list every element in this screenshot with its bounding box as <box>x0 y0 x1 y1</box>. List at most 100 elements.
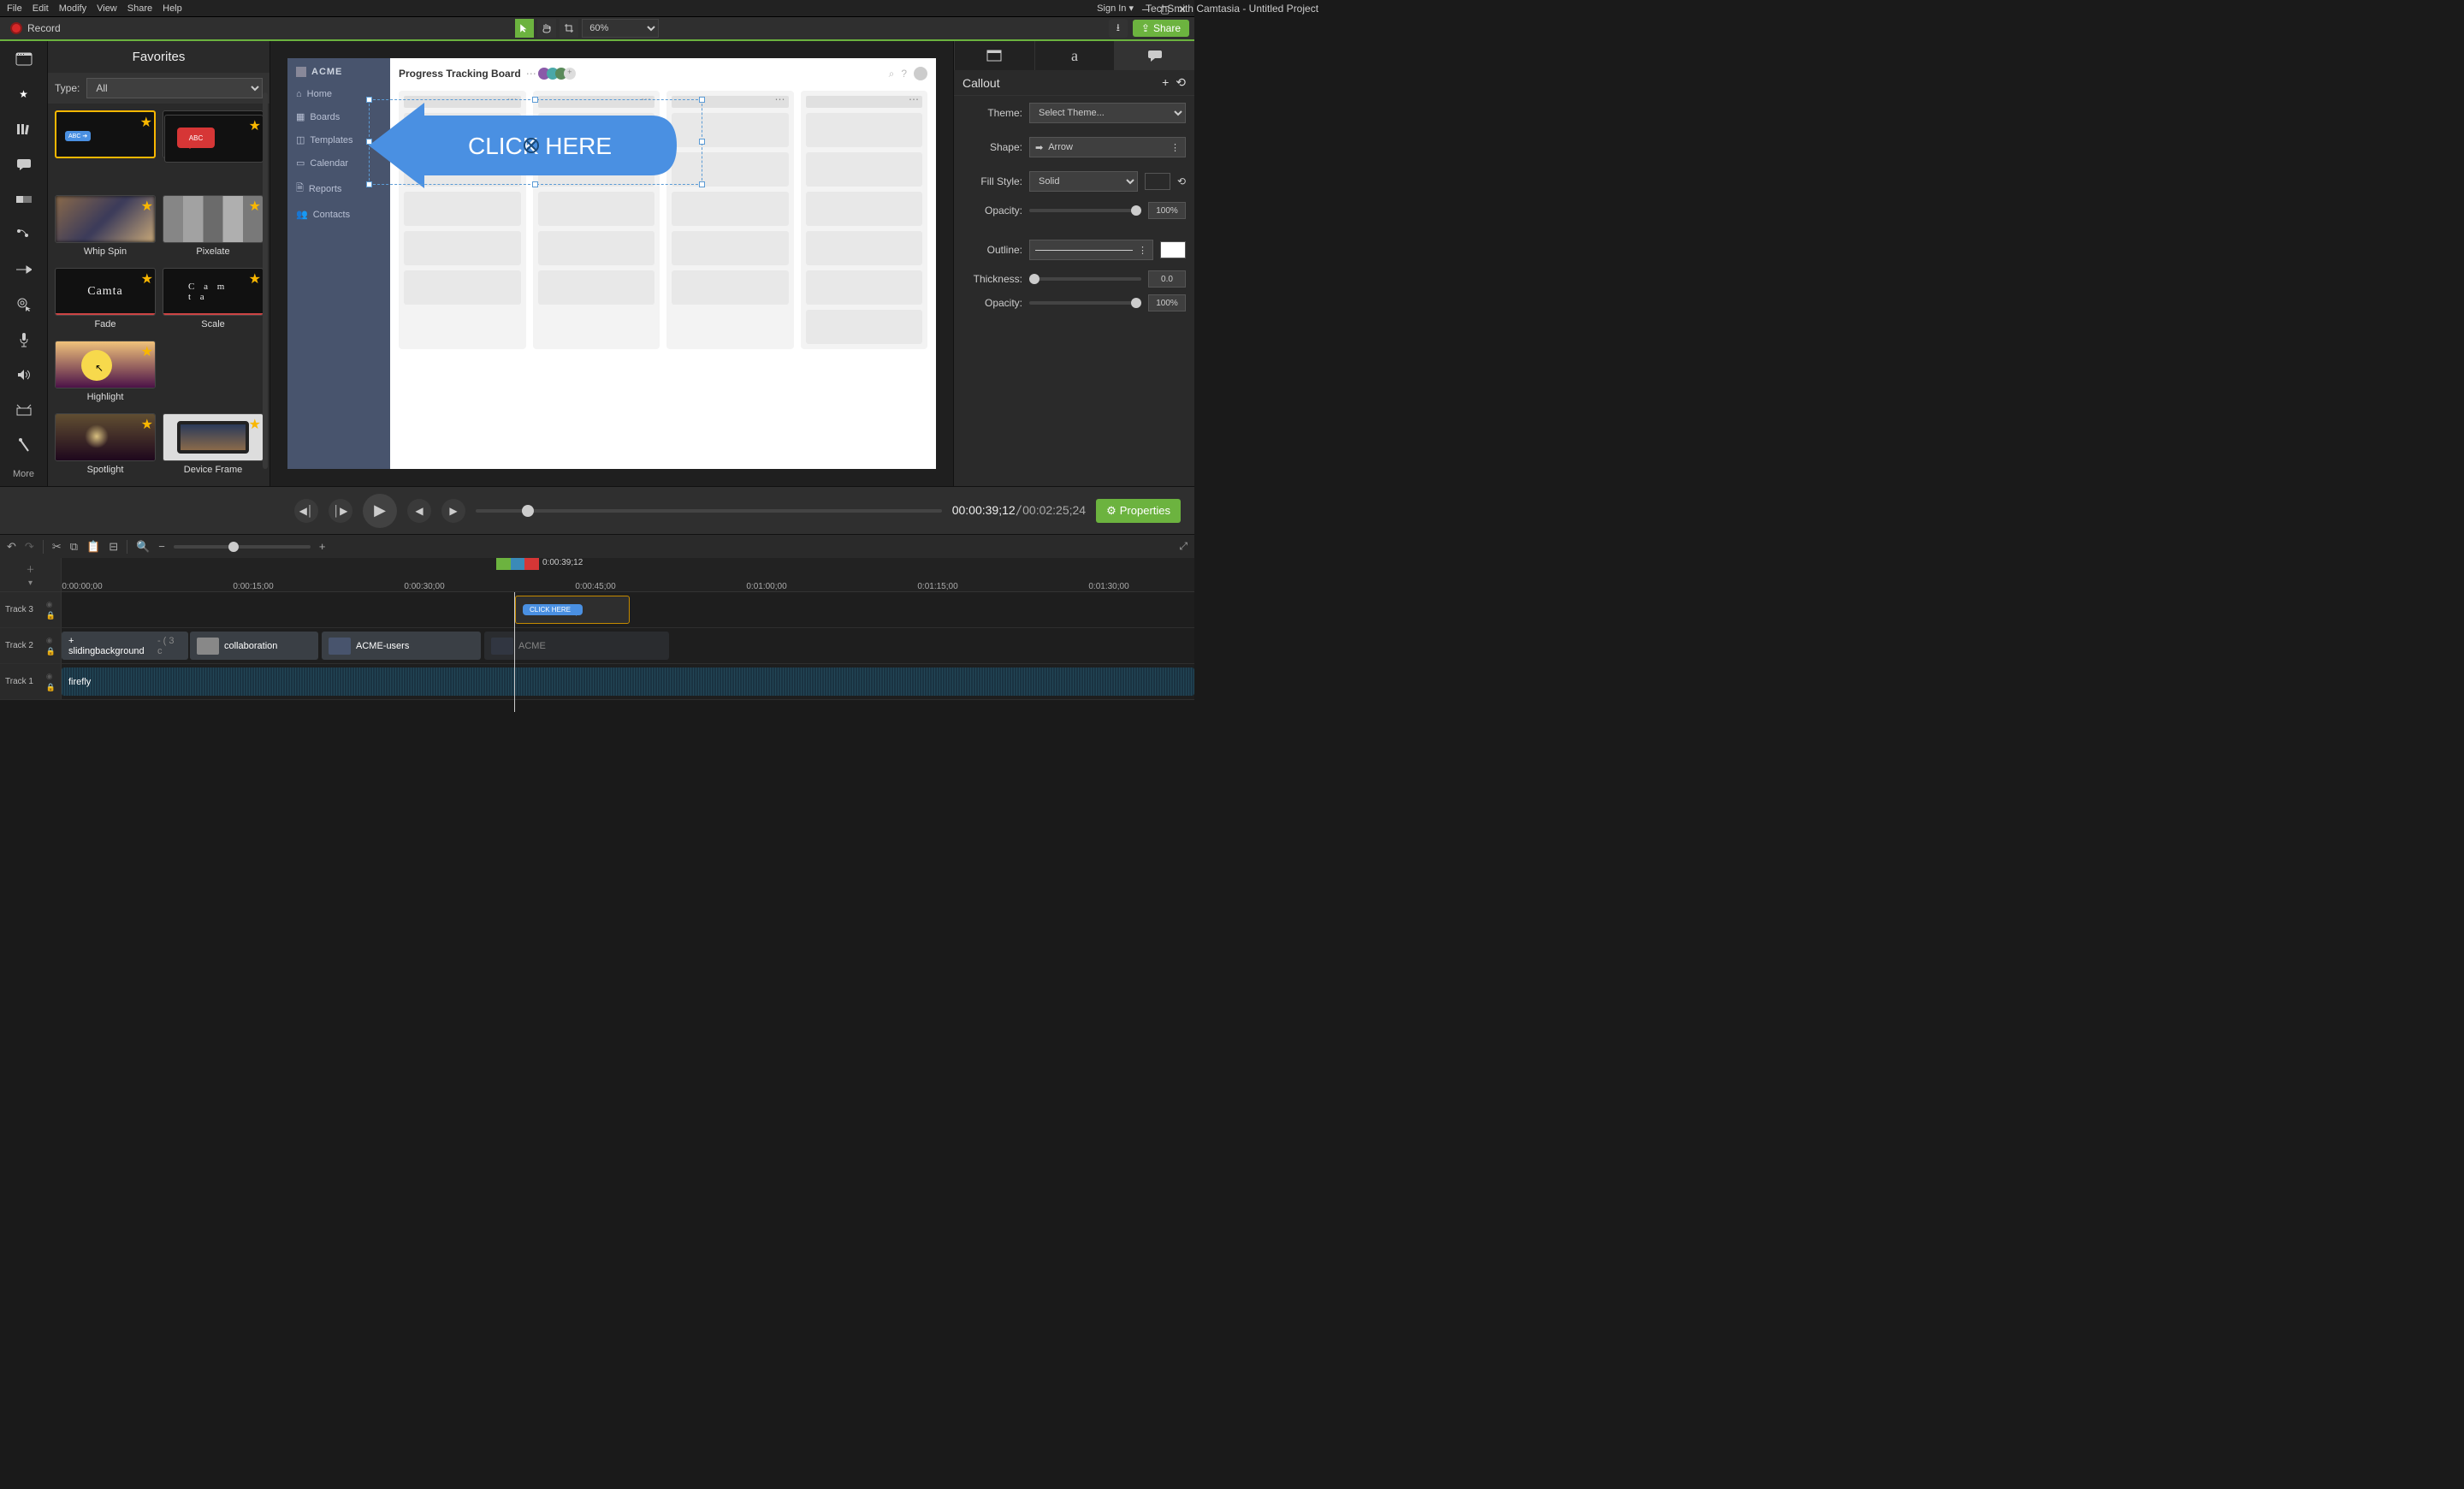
outline-opacity-slider[interactable] <box>1029 301 1141 305</box>
redo-button[interactable]: ↷ <box>25 540 34 554</box>
playhead-line[interactable] <box>514 592 515 712</box>
type-select[interactable]: All <box>86 78 263 98</box>
favorite-item[interactable]: ★ABC <box>164 115 264 177</box>
timeline-ruler[interactable]: ＋ ▾ 0:00:00;00 0:00:15;00 0:00:30;00 0:0… <box>0 558 1194 592</box>
shape-select[interactable]: ➡ Arrow ⋮ <box>1029 137 1186 157</box>
menu-file[interactable]: File <box>7 3 22 14</box>
favorite-item[interactable]: ★ Device Frame <box>163 413 264 479</box>
behaviors-icon[interactable] <box>12 223 36 245</box>
zoom-out-button[interactable]: − <box>158 540 165 553</box>
timeline-clip[interactable]: collaboration <box>190 632 318 660</box>
select-tool[interactable] <box>515 19 534 38</box>
thickness-slider[interactable] <box>1029 277 1141 281</box>
selection-box[interactable] <box>369 99 702 185</box>
favorite-item[interactable]: ★C a m t a Scale <box>163 268 264 334</box>
lock-icon[interactable]: 🔒 <box>46 683 56 692</box>
favorite-item[interactable]: ★Camta Fade <box>55 268 156 334</box>
track-menu-icon[interactable]: ▾ <box>28 578 33 588</box>
track-body[interactable]: + slidingbackground - ( 3 c collaboratio… <box>62 628 1194 663</box>
props-tab-callout[interactable] <box>1114 41 1194 70</box>
opacity-value[interactable] <box>1148 202 1186 219</box>
favorite-item[interactable]: ★ Whip Spin <box>55 195 156 261</box>
pan-tool[interactable] <box>537 19 556 38</box>
download-button[interactable]: ⭳ <box>1109 19 1128 38</box>
visual-fx-icon[interactable] <box>12 399 36 420</box>
undo-button[interactable]: ↶ <box>7 540 16 554</box>
next-button[interactable]: ▶ <box>441 499 465 523</box>
lock-icon[interactable]: 🔒 <box>46 611 56 620</box>
voice-icon[interactable] <box>12 329 36 350</box>
scrub-slider[interactable] <box>476 509 942 513</box>
outline-color-swatch[interactable] <box>1160 241 1186 258</box>
waveform <box>62 667 1194 696</box>
media-bin-icon[interactable] <box>12 48 36 69</box>
fill-color-swatch[interactable] <box>1145 173 1170 190</box>
paste-button[interactable]: 📋 <box>86 540 100 554</box>
cut-button[interactable]: ✂ <box>52 540 62 554</box>
props-reset-icon[interactable]: ⟲ <box>1176 75 1186 90</box>
zoom-in-button[interactable]: + <box>319 540 326 553</box>
play-button[interactable]: ▶ <box>363 494 397 528</box>
interactivity-icon[interactable] <box>12 434 36 455</box>
share-button[interactable]: ⇪ Share <box>1133 20 1189 37</box>
preview-canvas[interactable]: ACME ⌂ Home ▦ Boards ◫ Templates ▭ Calen… <box>287 58 936 469</box>
menu-edit[interactable]: Edit <box>33 3 49 14</box>
ruler-body[interactable]: 0:00:00;00 0:00:15;00 0:00:30;00 0:00:45… <box>62 558 1194 591</box>
cursor-fx-icon[interactable] <box>12 294 36 315</box>
props-tab-visual[interactable] <box>954 41 1034 70</box>
lock-icon[interactable]: 🔒 <box>46 647 56 656</box>
audio-fx-icon[interactable] <box>12 364 36 385</box>
timeline-clip[interactable]: ACME <box>484 632 669 660</box>
signin-button[interactable]: Sign In ▾ <box>1097 3 1134 14</box>
media-scrollbar[interactable] <box>263 92 268 469</box>
animations-icon[interactable] <box>12 258 36 280</box>
step-fwd-button[interactable]: │▶ <box>329 499 352 523</box>
track-body[interactable]: firefly <box>62 664 1194 699</box>
favorite-item[interactable]: ↖★ Highlight <box>55 341 156 406</box>
popout-button[interactable]: ⤢ <box>1179 540 1188 553</box>
thickness-value[interactable] <box>1148 270 1186 288</box>
props-tab-text[interactable]: a <box>1034 41 1115 70</box>
menu-modify[interactable]: Modify <box>59 3 86 14</box>
copy-button[interactable]: ⧉ <box>70 540 78 554</box>
fill-reset-icon[interactable]: ⟲ <box>1177 175 1186 187</box>
theme-select[interactable]: Select Theme... <box>1029 103 1186 123</box>
opacity-slider[interactable] <box>1029 209 1141 212</box>
timeline-zoom-slider[interactable] <box>174 545 311 549</box>
track-header[interactable]: Track 1 ◉🔒 <box>0 664 62 699</box>
menu-view[interactable]: View <box>97 3 117 14</box>
eye-icon[interactable]: ◉ <box>46 672 56 681</box>
timeline-clip[interactable]: + slidingbackground - ( 3 c <box>62 632 188 660</box>
track-body[interactable]: CLICK HERE <box>62 592 1194 627</box>
eye-icon[interactable]: ◉ <box>46 636 56 645</box>
timeline-clip[interactable]: ACME-users <box>322 632 481 660</box>
zoom-select[interactable]: 60% <box>582 19 659 38</box>
fill-style-select[interactable]: Solid <box>1029 171 1138 192</box>
crop-tool[interactable] <box>560 19 578 38</box>
track-header[interactable]: Track 2 ◉🔒 <box>0 628 62 663</box>
split-button[interactable]: ⊟ <box>109 540 118 554</box>
step-back-button[interactable]: ◀│ <box>294 499 318 523</box>
playhead-marker[interactable] <box>496 558 539 570</box>
library-icon[interactable] <box>12 118 36 139</box>
eye-icon[interactable]: ◉ <box>46 600 56 609</box>
favorites-icon[interactable]: ★ <box>12 83 36 104</box>
outline-opacity-value[interactable] <box>1148 294 1186 311</box>
more-button[interactable]: More <box>13 469 34 479</box>
props-add-icon[interactable]: + <box>1162 75 1169 90</box>
favorite-item[interactable]: ★ Spotlight <box>55 413 156 479</box>
prev-button[interactable]: ◀ <box>407 499 431 523</box>
annotations-icon[interactable] <box>12 153 36 175</box>
track-header[interactable]: Track 3 ◉🔒 <box>0 592 62 627</box>
properties-button[interactable]: ⚙ Properties <box>1096 499 1181 523</box>
timeline-clip-audio[interactable]: firefly <box>62 667 1194 696</box>
transitions-icon[interactable] <box>12 188 36 210</box>
favorite-item[interactable]: ★ABC ➔ <box>55 110 156 166</box>
menu-share[interactable]: Share <box>127 3 152 14</box>
menu-help[interactable]: Help <box>163 3 182 14</box>
outline-style-select[interactable]: ⋮ <box>1029 240 1153 260</box>
add-track-button[interactable]: ＋ <box>27 562 35 575</box>
timeline-clip-callout[interactable]: CLICK HERE <box>515 596 630 624</box>
favorite-item[interactable]: ★ Pixelate <box>163 195 264 261</box>
record-button[interactable]: Record <box>5 21 66 36</box>
